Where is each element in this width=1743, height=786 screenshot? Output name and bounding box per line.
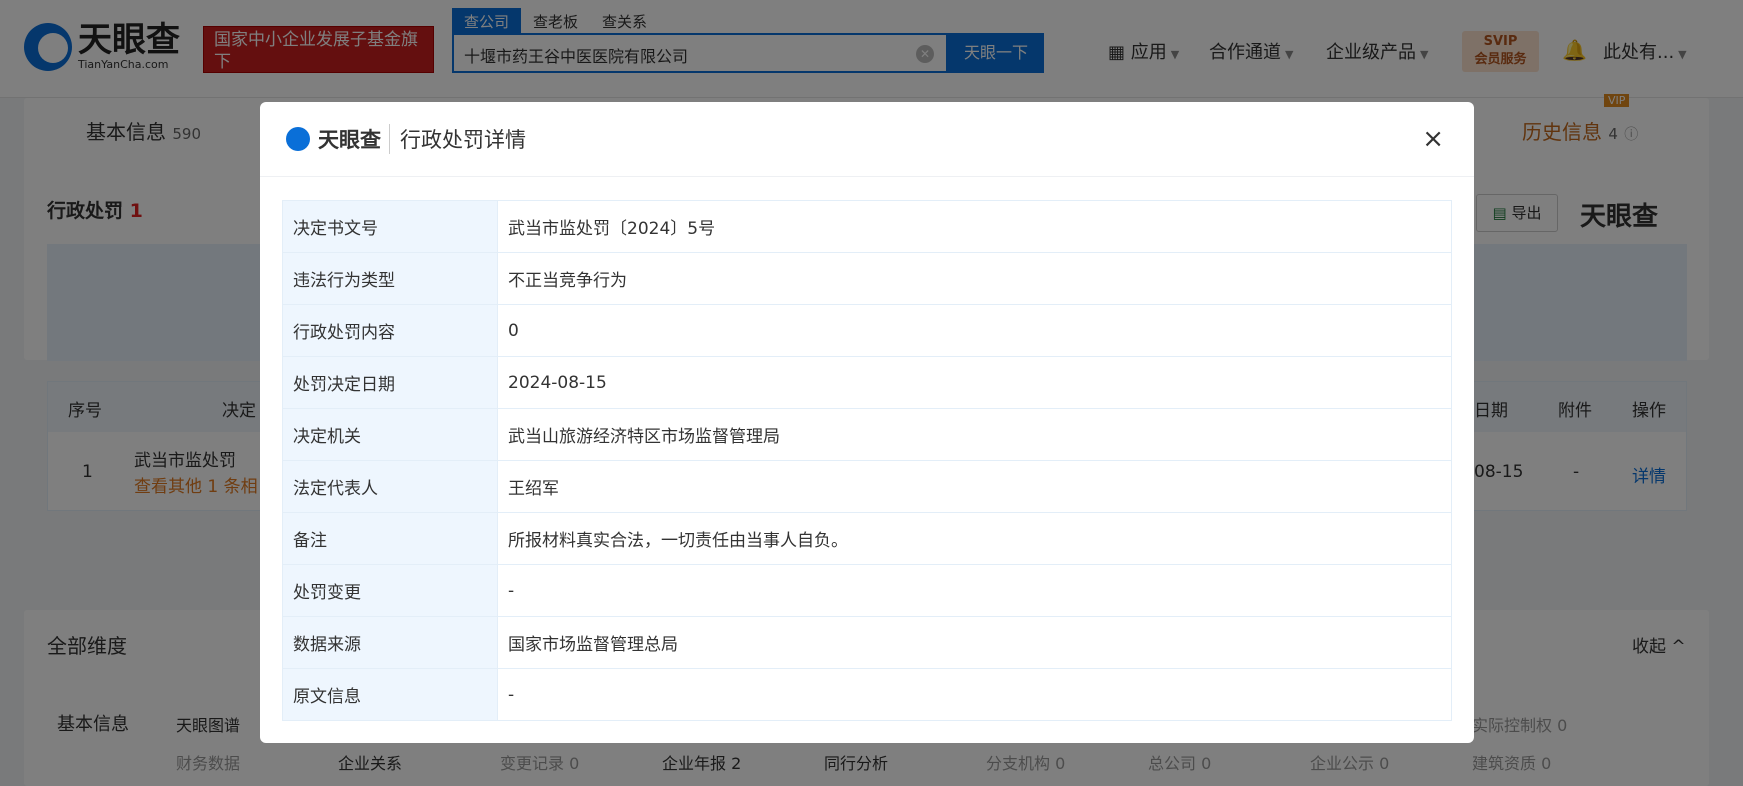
close-icon[interactable]: ×	[1422, 124, 1444, 154]
detail-value: -	[497, 668, 1452, 721]
detail-row: 备注 所报材料真实合法，一切责任由当事人自负。	[282, 512, 1452, 565]
detail-label: 决定机关	[282, 408, 498, 461]
detail-row: 法定代表人 王绍军	[282, 460, 1452, 513]
detail-row: 数据来源 国家市场监督管理总局	[282, 616, 1452, 669]
detail-row: 决定机关 武当山旅游经济特区市场监督管理局	[282, 408, 1452, 461]
detail-row: 决定书文号 武当市监处罚〔2024〕5号	[282, 200, 1452, 253]
detail-value: -	[497, 564, 1452, 617]
detail-label: 备注	[282, 512, 498, 565]
detail-value: 0	[497, 304, 1452, 357]
modal-logo: 天眼查	[318, 128, 381, 152]
penalty-detail-modal: 天眼查 行政处罚详情 × 决定书文号 武当市监处罚〔2024〕5号 违法行为类型 不正…	[260, 102, 1474, 743]
modal-header: 天眼查 行政处罚详情	[260, 102, 1474, 177]
modal-title: 行政处罚详情	[389, 124, 526, 154]
detail-value: 所报材料真实合法，一切责任由当事人自负。	[497, 512, 1452, 565]
detail-label: 处罚变更	[282, 564, 498, 617]
detail-value: 国家市场监督管理总局	[497, 616, 1452, 669]
detail-label: 决定书文号	[282, 200, 498, 253]
detail-value: 不正当竞争行为	[497, 252, 1452, 305]
detail-label: 处罚决定日期	[282, 356, 498, 409]
detail-row: 行政处罚内容 0	[282, 304, 1452, 357]
detail-row: 处罚决定日期 2024-08-15	[282, 356, 1452, 409]
detail-table: 决定书文号 武当市监处罚〔2024〕5号 违法行为类型 不正当竞争行为 行政处罚内容 0 处…	[282, 200, 1452, 721]
detail-label: 原文信息	[282, 668, 498, 721]
detail-row: 违法行为类型 不正当竞争行为	[282, 252, 1452, 305]
detail-label: 行政处罚内容	[282, 304, 498, 357]
detail-value: 武当山旅游经济特区市场监督管理局	[497, 408, 1452, 461]
detail-value: 王绍军	[497, 460, 1452, 513]
detail-row: 原文信息 -	[282, 668, 1452, 721]
detail-row: 处罚变更 -	[282, 564, 1452, 617]
detail-label: 数据来源	[282, 616, 498, 669]
detail-value: 武当市监处罚〔2024〕5号	[497, 200, 1452, 253]
detail-value: 2024-08-15	[497, 356, 1452, 409]
logo-icon	[286, 127, 310, 151]
detail-label: 违法行为类型	[282, 252, 498, 305]
detail-label: 法定代表人	[282, 460, 498, 513]
